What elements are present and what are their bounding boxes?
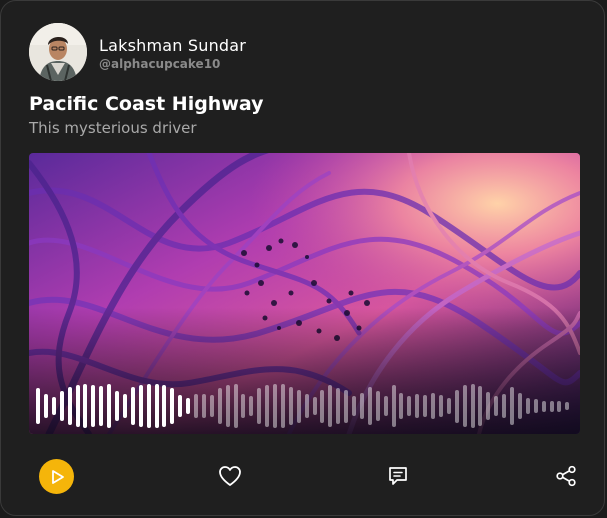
waveform[interactable] — [29, 153, 580, 434]
comment-button[interactable] — [385, 463, 411, 489]
avatar-image — [29, 23, 87, 81]
waveform-bar — [265, 385, 270, 427]
waveform-bar — [454, 389, 459, 423]
waveform-bar — [525, 398, 530, 414]
waveform-bar — [462, 385, 467, 427]
waveform-bar — [470, 384, 475, 428]
waveform-bar — [383, 396, 388, 416]
waveform-bar — [510, 387, 514, 425]
waveform-bar — [249, 396, 254, 416]
waveform-bar — [431, 392, 435, 420]
waveform-bar — [478, 386, 483, 426]
waveform-bar — [399, 392, 404, 420]
waveform-bar — [438, 395, 443, 417]
waveform-bar — [273, 384, 277, 428]
waveform-bar — [186, 398, 191, 414]
waveform-bar — [233, 384, 238, 428]
share-button[interactable] — [553, 463, 579, 489]
waveform-bar — [423, 395, 428, 417]
play-icon — [51, 469, 64, 484]
waveform-bar — [359, 392, 364, 420]
waveform-bar — [99, 386, 104, 426]
waveform-bar — [67, 387, 72, 425]
waveform-bar — [296, 389, 301, 423]
waveform-bar — [565, 401, 570, 411]
waveform-bar — [328, 385, 333, 427]
waveform-bar — [91, 385, 96, 427]
waveform-bar — [146, 384, 151, 428]
waveform-bar — [352, 396, 356, 416]
waveform-bar — [533, 399, 538, 413]
cover-artwork[interactable] — [29, 153, 580, 434]
waveform-bar — [280, 384, 285, 428]
waveform-bar — [502, 393, 507, 419]
track-card: Lakshman Sundar @alphacupcake10 Pacific … — [0, 0, 605, 516]
waveform-bar — [407, 396, 412, 416]
waveform-bar — [494, 396, 499, 416]
track-title: Pacific Coast Highway — [29, 93, 264, 115]
waveform-bar — [194, 393, 198, 419]
share-icon — [556, 465, 576, 487]
waveform-bar — [225, 385, 230, 427]
waveform-bar — [541, 400, 546, 412]
waveform-bar — [83, 384, 88, 428]
waveform-bar — [304, 393, 309, 419]
heart-icon — [219, 466, 241, 486]
waveform-bar — [367, 387, 372, 425]
waveform-bar — [557, 400, 562, 412]
waveform-bar — [344, 389, 349, 423]
waveform-bar — [517, 392, 522, 420]
waveform-bar — [154, 384, 159, 428]
waveform-bar — [257, 388, 262, 424]
comment-icon — [389, 467, 407, 485]
waveform-bar — [43, 393, 48, 419]
waveform-bar — [415, 393, 420, 419]
avatar[interactable] — [29, 23, 87, 81]
waveform-bar — [241, 393, 246, 419]
waveform-bar — [336, 388, 341, 424]
waveform-bar — [549, 400, 554, 412]
waveform-bar — [320, 389, 325, 423]
author-name[interactable]: Lakshman Sundar — [99, 36, 246, 55]
waveform-bar — [201, 393, 206, 419]
waveform-bar — [130, 387, 135, 425]
waveform-bar — [138, 385, 143, 427]
waveform-bar — [391, 385, 396, 427]
waveform-bar — [36, 388, 40, 424]
waveform-bar — [75, 385, 80, 427]
waveform-bar — [51, 396, 56, 416]
waveform-bar — [486, 391, 491, 421]
author-handle[interactable]: @alphacupcake10 — [99, 57, 220, 71]
waveform-bar — [107, 384, 112, 428]
waveform-bar — [217, 388, 222, 424]
waveform-bar — [59, 390, 64, 422]
like-button[interactable] — [217, 463, 243, 489]
waveform-bar — [122, 393, 127, 419]
waveform-bar — [170, 388, 175, 424]
waveform-bar — [209, 395, 214, 417]
waveform-bar — [178, 395, 183, 417]
waveform-bar — [162, 385, 167, 427]
waveform-bar — [375, 390, 380, 422]
waveform-bar — [312, 397, 317, 415]
track-subtitle: This mysterious driver — [29, 119, 197, 137]
waveform-bar — [115, 390, 119, 422]
waveform-bar — [446, 398, 451, 414]
play-button[interactable] — [39, 459, 74, 494]
waveform-bar — [288, 387, 293, 425]
